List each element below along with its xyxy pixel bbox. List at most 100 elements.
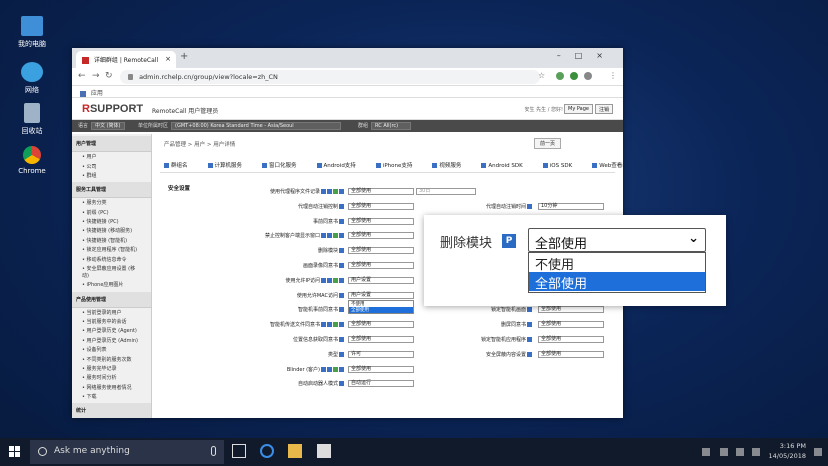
desktop-icon-network[interactable]: 网络: [14, 62, 50, 95]
sidebar-item[interactable]: • 下载: [72, 392, 151, 401]
clock[interactable]: 3:16 PM 14/05/2018: [769, 441, 806, 461]
setting-select[interactable]: 用户设置: [348, 276, 414, 284]
new-tab-icon[interactable]: +: [180, 51, 188, 62]
sidebar-item[interactable]: • 服务分类: [72, 198, 151, 207]
sidebar-section-title[interactable]: 产品使用管理: [72, 291, 151, 308]
settings-tab[interactable]: iOS SDK: [542, 163, 582, 169]
my-page-button[interactable]: My Page: [564, 104, 593, 114]
sidebar-item[interactable]: • 快捷链接 (PC): [72, 217, 151, 226]
battery-icon[interactable]: [720, 448, 728, 456]
sidebar-item[interactable]: • 用户: [72, 152, 151, 161]
days-select[interactable]: 30日: [416, 188, 476, 195]
settings-tab[interactable]: iPhone支持: [375, 163, 423, 169]
star-icon[interactable]: ☆: [538, 71, 545, 80]
setting-select[interactable]: 自动运行: [348, 380, 414, 388]
volume-icon[interactable]: [752, 448, 760, 456]
setting-select[interactable]: 全部使用: [348, 365, 414, 373]
setting-select[interactable]: 全部使用: [538, 306, 604, 314]
tz-select[interactable]: (GMT+08:00) Korea Standard Time - Asia/S…: [171, 122, 342, 130]
sidebar-item[interactable]: • 公司: [72, 161, 151, 170]
mini-dropdown-list[interactable]: 不使用 全部使用: [348, 300, 414, 314]
sidebar-item[interactable]: • 设备列表: [72, 345, 151, 354]
lang-select[interactable]: 中文 (简体): [91, 122, 125, 130]
network-tray-icon[interactable]: [736, 448, 744, 456]
permission-badge-icon: [333, 189, 338, 194]
tray-chevron-icon[interactable]: [702, 448, 710, 456]
mini-option-selected[interactable]: 全部使用: [349, 307, 413, 313]
sidebar-item[interactable]: • 当前服务中的会话: [72, 317, 151, 326]
setting-select[interactable]: 全部使用: [348, 262, 414, 269]
task-view-icon[interactable]: [232, 444, 246, 458]
microphone-icon[interactable]: [211, 446, 216, 456]
sidebar-item[interactable]: • 锁定应用程序 (智能机): [72, 245, 151, 254]
sidebar-item[interactable]: • 前缀 (PC): [72, 208, 151, 217]
file-explorer-icon[interactable]: [288, 444, 302, 458]
url-input[interactable]: admin.rchelp.cn/group/view?locale=zh_CN: [120, 70, 540, 84]
setting-select[interactable]: 10分钟: [538, 202, 604, 210]
desktop-icon-chrome[interactable]: Chrome: [14, 146, 50, 175]
browser-tab[interactable]: 详细群组 | RemoteCall ×: [76, 51, 176, 68]
windows-start-icon[interactable]: [9, 446, 21, 458]
setting-select[interactable]: 全部使用: [348, 336, 414, 343]
store-icon[interactable]: [317, 444, 331, 458]
setting-select[interactable]: 全部使用: [538, 321, 604, 329]
sidebar-item[interactable]: • 快捷链接 (移动服务): [72, 226, 151, 235]
settings-tab[interactable]: 群组名: [164, 163, 198, 169]
setting-select[interactable]: 许可: [348, 350, 414, 358]
setting-select[interactable]: 全部使用: [348, 247, 414, 255]
close-tab-icon[interactable]: ×: [165, 55, 171, 63]
extension-icon[interactable]: [556, 72, 564, 80]
extension-icon[interactable]: [584, 72, 592, 80]
settings-tab[interactable]: 窗口化服务: [262, 163, 307, 169]
sidebar-item[interactable]: • 用户登录历史 (Agent): [72, 326, 151, 335]
sidebar-item[interactable]: • 安全屏蔽应用设置 (移动): [72, 264, 151, 280]
extension-icon[interactable]: [570, 72, 578, 80]
back-icon[interactable]: ←: [78, 71, 86, 81]
menu-icon[interactable]: ⋮: [609, 71, 617, 80]
group-select[interactable]: RC All(rc): [371, 122, 412, 130]
setting-select[interactable]: 全部使用: [538, 336, 604, 343]
permission-badge-icon: [339, 263, 344, 268]
sidebar-item[interactable]: • 服务完毕记录: [72, 364, 151, 373]
prev-page-button[interactable]: 前一页: [533, 138, 561, 149]
setting-select[interactable]: 全部使用: [538, 350, 604, 358]
setting-select[interactable]: 全部使用: [348, 217, 414, 225]
sidebar-item[interactable]: • 快捷链接 (智能机): [72, 236, 151, 245]
reload-icon[interactable]: ↻: [105, 71, 113, 81]
option-enable-all[interactable]: 全部使用: [529, 272, 705, 292]
sidebar-item[interactable]: • 当前登录的用户: [72, 308, 151, 317]
settings-tab[interactable]: Android支持: [316, 163, 366, 169]
sidebar-item[interactable]: • 移动系统信息命令: [72, 254, 151, 263]
setting-select[interactable]: 用户设置: [348, 291, 414, 299]
option-disable[interactable]: 不使用: [529, 253, 705, 273]
edge-icon[interactable]: [260, 444, 274, 458]
sidebar-item[interactable]: • iPhone应用图片: [72, 280, 151, 289]
forward-icon[interactable]: →: [92, 71, 100, 81]
sidebar-item[interactable]: • 用户登录历史 (Admin): [72, 336, 151, 345]
settings-tab[interactable]: Android SDK: [481, 163, 532, 169]
settings-tab[interactable]: 视频服务: [432, 163, 471, 169]
logout-button[interactable]: 注销: [594, 104, 613, 114]
delete-module-select[interactable]: 全部使用 ⌄: [528, 228, 706, 252]
settings-tab[interactable]: Web查看器: [592, 163, 623, 169]
cortana-search[interactable]: Ask me anything: [30, 440, 224, 464]
desktop-icon-recycle-bin[interactable]: 回收站: [14, 103, 50, 136]
sidebar-section-title[interactable]: 统计: [72, 403, 151, 418]
date: 14/05/2018: [768, 452, 806, 460]
settings-tab[interactable]: 计算机服务: [207, 163, 253, 169]
desktop-icon-my-computer[interactable]: 我的电脑: [14, 16, 50, 49]
setting-select[interactable]: 全部使用: [348, 188, 414, 195]
setting-select[interactable]: 全部使用: [348, 232, 414, 240]
setting-select[interactable]: 全部使用: [348, 321, 414, 329]
sidebar-item[interactable]: • 不同类别的服务次数: [72, 354, 151, 363]
sidebar-item[interactable]: • 服务时间分析: [72, 373, 151, 382]
notification-icon[interactable]: [814, 448, 822, 456]
window-controls[interactable]: –□×: [557, 51, 617, 60]
sidebar-section-title[interactable]: 服务工具管理: [72, 182, 151, 199]
sidebar-item[interactable]: • 群组: [72, 171, 151, 180]
setting-select[interactable]: 全部使用: [348, 202, 414, 210]
sidebar-section-title[interactable]: 用户管理: [72, 136, 151, 152]
sidebar-item[interactable]: • 网络服务使用者情况: [72, 383, 151, 392]
address-bar: ← → ↻ admin.rchelp.cn/group/view?locale=…: [72, 68, 623, 86]
bookmark-apps[interactable]: 应用: [91, 90, 103, 97]
